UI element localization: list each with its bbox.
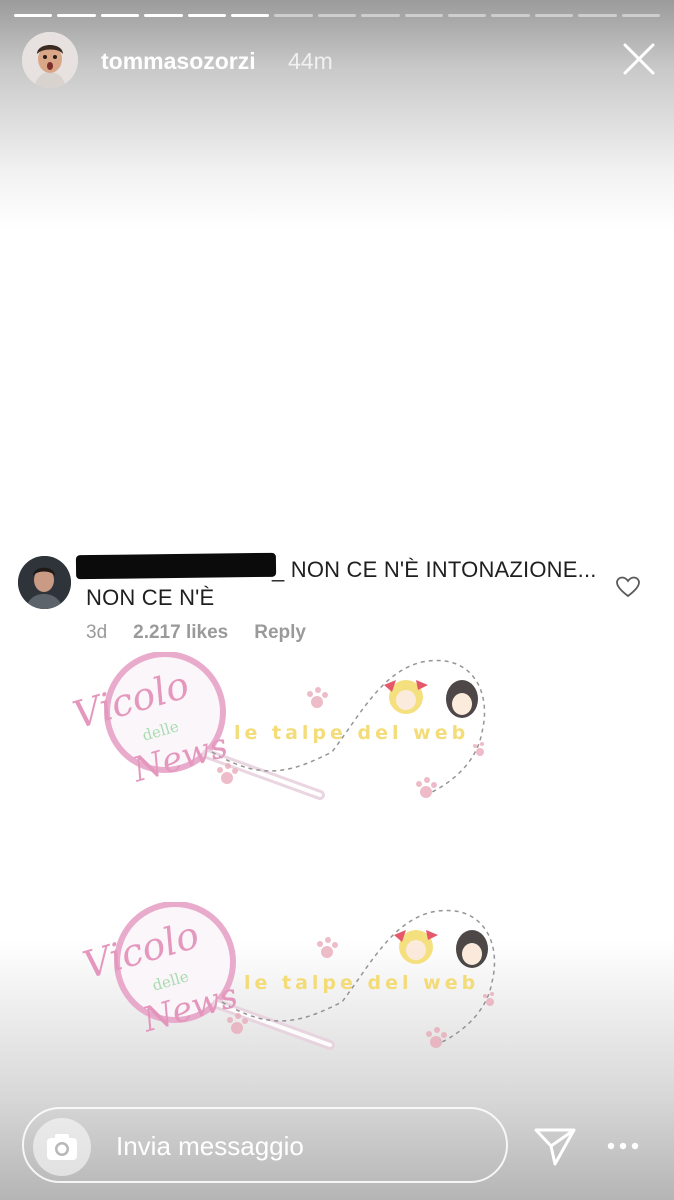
camera-icon <box>47 1134 77 1160</box>
commenter-avatar[interactable] <box>18 556 71 609</box>
watermark-logo: Vicolo delle News le talpe del web <box>62 651 502 812</box>
progress-segment <box>534 14 574 17</box>
more-options-button[interactable] <box>605 1134 641 1158</box>
more-dots-icon <box>607 1142 639 1150</box>
heart-icon <box>616 576 640 598</box>
paper-plane-icon <box>534 1128 576 1166</box>
progress-segment <box>621 14 661 17</box>
story-username[interactable]: tommasozorzi <box>101 48 256 75</box>
commenter-portrait-icon <box>18 556 71 609</box>
comment-age: 3d <box>86 622 108 643</box>
story-time: 44m <box>288 48 333 74</box>
progress-segment <box>448 14 487 17</box>
progress-segment <box>317 14 357 17</box>
story-header: tommasozorzi 44m <box>22 32 662 90</box>
progress-segment <box>100 14 140 17</box>
watermark-tagline: le talpe del web <box>244 972 480 994</box>
avatar-portrait-icon <box>22 32 78 88</box>
progress-segment <box>404 14 444 17</box>
comment-text: _ NON CE N'È INTONAZIONE... NON CE N'È <box>86 556 606 612</box>
progress-segment <box>361 14 400 17</box>
progress-segment <box>231 14 270 17</box>
progress-segment <box>57 14 96 17</box>
comment-body: _ NON CE N'È INTONAZIONE... NON CE N'È <box>86 557 597 610</box>
progress-segment <box>274 14 313 17</box>
reply-bar[interactable]: Invia messaggio <box>22 1107 508 1183</box>
reply-link[interactable]: Reply <box>254 622 306 644</box>
watermark-logo: Vicolo delle News le talpe del web <box>72 901 512 1062</box>
comment-row: _ NON CE N'È INTONAZIONE... NON CE N'È 3… <box>18 552 658 652</box>
camera-button[interactable] <box>33 1118 91 1176</box>
comment-likes[interactable]: 2.217 likes <box>133 622 228 644</box>
comment-meta: 3d 2.217 likes Reply <box>86 622 332 644</box>
watermark-tagline: le talpe del web <box>234 722 470 744</box>
story-avatar[interactable] <box>22 32 78 88</box>
like-comment-button[interactable] <box>616 576 640 598</box>
close-button[interactable] <box>622 42 656 76</box>
progress-segment <box>578 14 617 17</box>
progress-segment <box>14 14 53 17</box>
story-progress-bar <box>14 14 661 18</box>
send-button[interactable] <box>533 1124 577 1168</box>
progress-segment <box>144 14 183 17</box>
progress-segment <box>491 14 530 17</box>
reply-input[interactable]: Invia messaggio <box>116 1131 304 1162</box>
progress-segment <box>187 14 227 17</box>
close-icon <box>623 43 655 75</box>
